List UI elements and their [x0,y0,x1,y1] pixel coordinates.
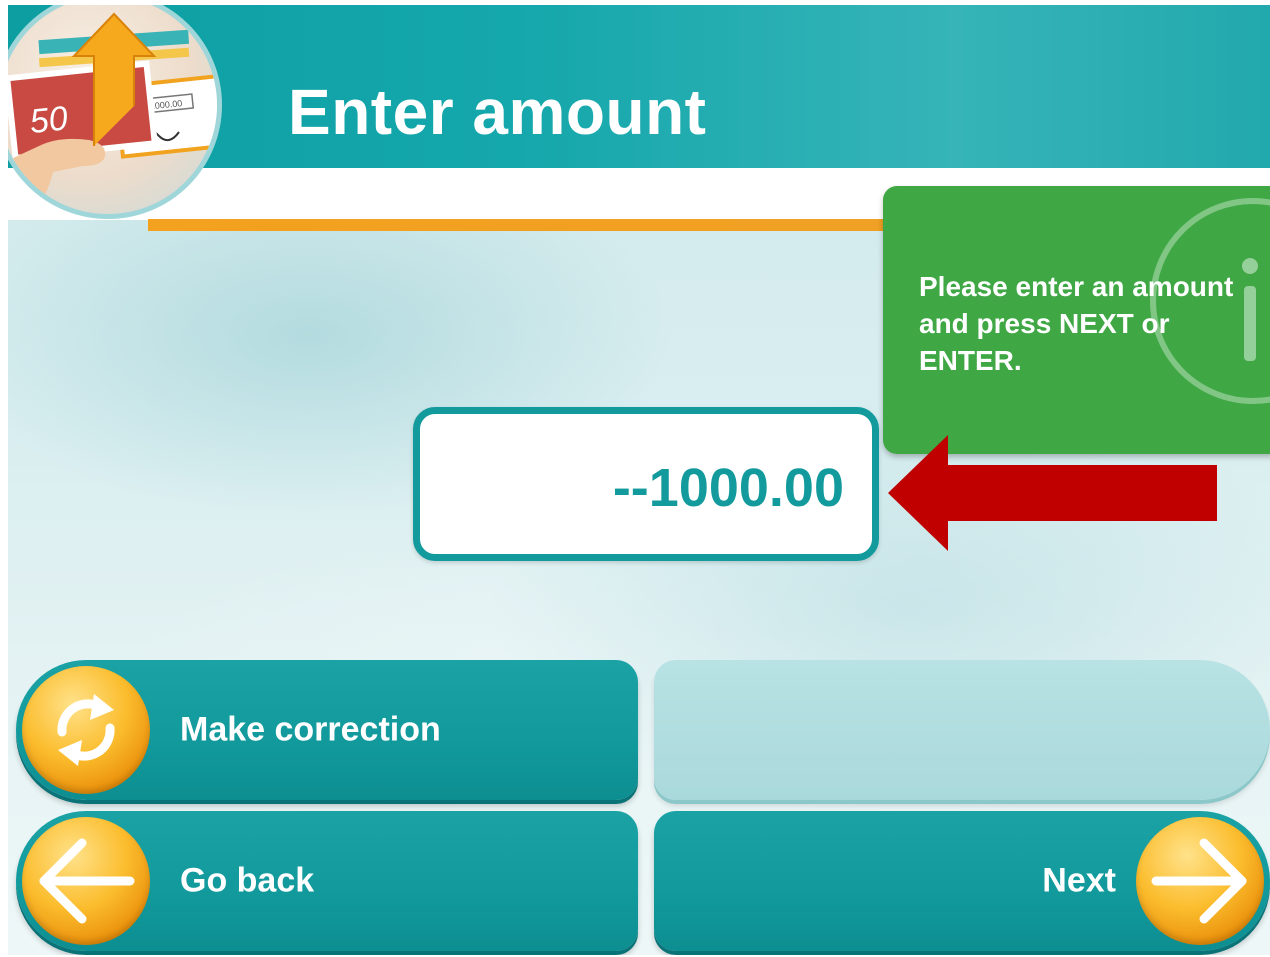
orange-divider [148,219,908,231]
go-back-label: Go back [180,861,315,900]
red-arrow-icon [888,435,1217,551]
info-panel: Please enter an amount and press NEXT or… [883,186,1270,454]
cash-logo: 1000.00 50 [8,5,222,219]
cash-logo-icon: 1000.00 50 [8,12,217,214]
arrow-right-icon [1136,817,1264,945]
atm-screen: 1000.00 50 Enter amount Please enter an … [8,5,1270,955]
arrow-left-icon [22,817,150,945]
go-back-button[interactable]: Go back [16,811,638,951]
make-correction-label: Make correction [180,710,441,749]
amount-value: --1000.00 [612,458,844,518]
info-message: Please enter an amount and press NEXT or… [919,271,1234,376]
logo-note-value: 50 [28,99,70,141]
next-button[interactable]: Next [654,811,1270,951]
refresh-icon [22,666,150,794]
empty-button-slot [654,660,1270,800]
next-label: Next [1042,861,1116,900]
amount-field[interactable]: --1000.00 [413,407,879,561]
make-correction-button[interactable]: Make correction [16,660,638,800]
page-title: Enter amount [288,76,707,148]
